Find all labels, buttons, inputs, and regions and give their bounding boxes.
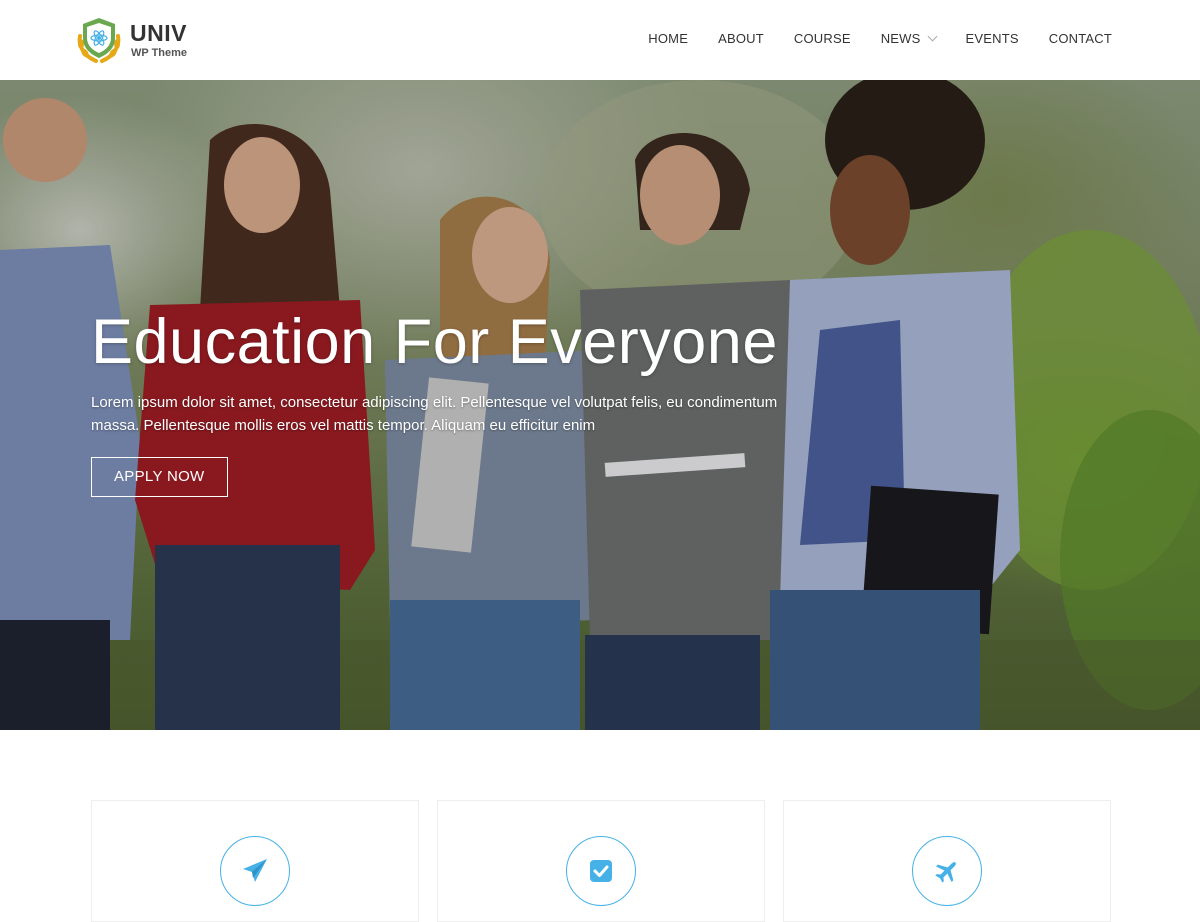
nav-item-course[interactable]: COURSE: [794, 31, 851, 46]
nav-item-contact[interactable]: CONTACT: [1049, 31, 1112, 46]
check-square-icon: [590, 860, 612, 882]
hero-description: Lorem ipsum dolor sit amet, consectetur …: [91, 394, 778, 435]
feature-icon-circle[interactable]: [566, 836, 636, 906]
hero-banner: Education For Everyone Lorem ipsum dolor…: [0, 80, 1200, 730]
features-section: [91, 800, 1111, 922]
nav-item-news[interactable]: NEWS: [880, 31, 937, 46]
nav-item-events[interactable]: EVENTS: [966, 31, 1019, 46]
brand-subtitle: WP Theme: [131, 46, 188, 59]
site-logo[interactable]: UNIV WP Theme: [74, 16, 187, 64]
nav-label: HOME: [648, 31, 689, 46]
nav-label: COURSE: [793, 31, 851, 46]
apply-now-button[interactable]: APPLY NOW: [91, 457, 228, 498]
brand-title: UNIV: [130, 19, 187, 46]
nav-label: ABOUT: [718, 31, 764, 46]
nav-label: CONTACT: [1048, 31, 1112, 46]
nav-label: NEWS: [880, 31, 921, 46]
paper-plane-icon: [243, 859, 267, 882]
feature-icon-circle[interactable]: [912, 836, 982, 906]
nav-label: EVENTS: [965, 31, 1019, 46]
feature-icon-circle[interactable]: [220, 836, 290, 906]
nav-item-home[interactable]: HOME: [648, 31, 688, 46]
chevron-down-icon: [927, 31, 937, 42]
hero-content: Education For Everyone Lorem ipsum dolor…: [91, 307, 811, 498]
nav-item-about[interactable]: ABOUT: [718, 31, 764, 46]
site-header: UNIV WP Theme HOME ABOUT COURSE NEWS EVE…: [0, 0, 1200, 80]
feature-card: [783, 800, 1111, 922]
feature-card: [91, 800, 419, 922]
main-nav: HOME ABOUT COURSE NEWS EVENTS CONTACT: [618, 31, 1112, 46]
airplane-icon: [935, 862, 956, 883]
shield-logo-icon: [77, 18, 121, 63]
feature-card: [437, 800, 765, 922]
hero-title: Education For Everyone: [91, 307, 778, 377]
